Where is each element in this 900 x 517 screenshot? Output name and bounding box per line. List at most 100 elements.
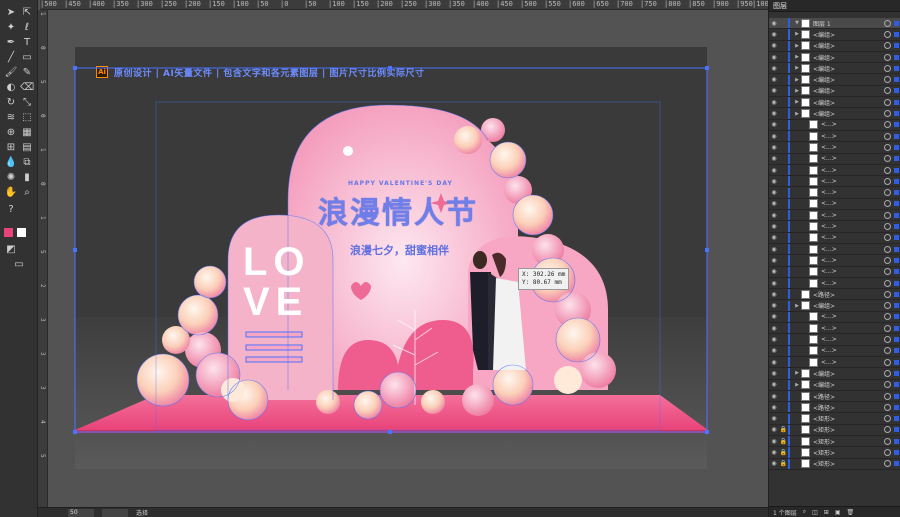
target-icon[interactable] xyxy=(884,256,891,264)
twirl-icon[interactable]: ▶ xyxy=(793,382,801,388)
target-icon[interactable] xyxy=(884,302,891,310)
layer-row[interactable]: ◉ 🔒 <矩形> xyxy=(769,436,900,448)
target-icon[interactable] xyxy=(884,381,891,389)
target-icon[interactable] xyxy=(884,279,891,287)
lasso-icon[interactable]: ℓ xyxy=(20,21,34,35)
ruler-top[interactable]: |500 |450 |400 |350 |300 |250 |200 |150 … xyxy=(40,0,768,10)
lock-toggle[interactable]: 🔒 xyxy=(779,438,788,445)
layer-row[interactable]: ◉ 🔒 <矩形> xyxy=(769,424,900,437)
layer-row[interactable]: ◉ ▶ <编组> xyxy=(769,74,900,86)
layer-row[interactable]: ◉ <...> xyxy=(769,210,900,222)
help-icon[interactable]: ? xyxy=(4,203,18,217)
pencil-icon[interactable]: ✎ xyxy=(20,66,34,80)
eye-icon[interactable]: ◉ xyxy=(769,76,779,83)
artwork[interactable] xyxy=(48,10,768,507)
layer-name[interactable]: <编组> xyxy=(813,301,884,310)
eye-icon[interactable]: ◉ xyxy=(769,302,779,309)
type-tool-icon[interactable]: T xyxy=(20,36,34,50)
layer-row[interactable]: ◉ ▶ <编组> xyxy=(769,51,900,64)
blend-icon[interactable]: ⧉ xyxy=(20,156,34,170)
selection-indicator[interactable] xyxy=(894,303,899,309)
layer-row[interactable]: ◉ <...> xyxy=(769,266,900,278)
layer-name[interactable]: <路径> xyxy=(813,392,884,401)
twirl-icon[interactable]: ▶ xyxy=(793,370,801,376)
selection-indicator[interactable] xyxy=(894,156,899,162)
layer-name[interactable]: <...> xyxy=(821,167,884,174)
layer-name[interactable]: <矩形> xyxy=(813,437,884,446)
layer-row[interactable]: ◉ <...> xyxy=(769,176,900,188)
selection-indicator[interactable] xyxy=(894,54,899,60)
eraser-icon[interactable]: ⌫ xyxy=(20,81,34,95)
mesh-icon[interactable]: ⊞ xyxy=(4,141,18,155)
target-icon[interactable] xyxy=(884,347,891,355)
selection-indicator[interactable] xyxy=(894,99,899,105)
eye-icon[interactable]: ◉ xyxy=(769,460,779,467)
target-icon[interactable] xyxy=(884,290,891,298)
eye-icon[interactable]: ◉ xyxy=(769,359,779,366)
layer-row[interactable]: ◉ ▶ <编组> xyxy=(769,97,900,109)
layer-name[interactable]: <编组> xyxy=(813,75,884,84)
eye-icon[interactable]: ◉ xyxy=(769,212,779,219)
eye-icon[interactable]: ◉ xyxy=(769,200,779,207)
selection-indicator[interactable] xyxy=(894,416,899,422)
layer-name[interactable]: <编组> xyxy=(813,380,884,389)
layer-name[interactable]: <...> xyxy=(821,359,884,366)
screen-mode-icon[interactable]: ▭ xyxy=(12,258,26,272)
layer-row[interactable]: ◉ <...> xyxy=(769,198,900,211)
layer-row[interactable]: ◉ <路径> xyxy=(769,402,900,414)
layer-row[interactable]: ◉ <矩形> xyxy=(769,413,900,425)
target-icon[interactable] xyxy=(884,64,891,72)
width-tool-icon[interactable]: ≋ xyxy=(4,111,18,125)
eye-icon[interactable]: ◉ xyxy=(769,110,779,117)
target-icon[interactable] xyxy=(884,403,891,411)
eye-icon[interactable]: ◉ xyxy=(769,381,779,388)
selection-tool-icon[interactable]: ➤ xyxy=(4,6,18,20)
layer-row[interactable]: ◉ <...> xyxy=(769,357,900,369)
layer-name[interactable]: <路径> xyxy=(813,403,884,412)
layer-name[interactable]: <...> xyxy=(821,144,884,151)
target-icon[interactable] xyxy=(884,200,891,208)
selection-indicator[interactable] xyxy=(894,348,899,354)
magic-wand-icon[interactable]: ✦ xyxy=(4,21,18,35)
target-icon[interactable] xyxy=(884,76,891,84)
eye-icon[interactable]: ◉ xyxy=(769,370,779,377)
selection-indicator[interactable] xyxy=(894,404,899,410)
layer-name[interactable]: <...> xyxy=(821,200,884,207)
selection-indicator[interactable] xyxy=(894,133,899,139)
fill-swatch-icon[interactable] xyxy=(4,228,13,237)
layer-row[interactable]: ◉ <...> xyxy=(769,153,900,165)
hand-icon[interactable]: ✋ xyxy=(4,186,18,200)
eye-icon[interactable]: ◉ xyxy=(769,268,779,275)
layer-name[interactable]: <编组> xyxy=(813,369,884,378)
layer-row[interactable]: ◉ <...> xyxy=(769,244,900,256)
ruler-left[interactable]: 1 0 5 0 1 0 1 5 2 3 3 3 4 5 xyxy=(38,10,48,507)
document-canvas[interactable]: Ai 原创设计 | AI矢量文件 | 包含文字和各元素图层 | 图片尺寸比例实际… xyxy=(48,10,768,507)
target-icon[interactable] xyxy=(884,19,891,27)
eye-icon[interactable]: ◉ xyxy=(769,313,779,320)
eye-icon[interactable]: ◉ xyxy=(769,415,779,422)
layer-row[interactable]: ◉ <路径> xyxy=(769,390,900,403)
layer-name[interactable]: <矩形> xyxy=(813,459,884,468)
selection-indicator[interactable] xyxy=(894,65,899,71)
delete-layer-icon[interactable]: 🗑 xyxy=(846,509,854,516)
eye-icon[interactable]: ◉ xyxy=(769,99,779,106)
twirl-icon[interactable]: ▶ xyxy=(793,303,801,309)
layer-row[interactable]: ◉ <...> xyxy=(769,131,900,143)
target-icon[interactable] xyxy=(884,110,891,118)
layer-name[interactable]: <...> xyxy=(821,268,884,275)
selection-indicator[interactable] xyxy=(894,257,899,263)
layer-name[interactable]: 图层 1 xyxy=(813,19,884,28)
eye-icon[interactable]: ◉ xyxy=(769,42,779,49)
perspective-grid-icon[interactable]: ▦ xyxy=(20,126,34,140)
layer-name[interactable]: <编组> xyxy=(813,86,884,95)
layer-name[interactable]: <...> xyxy=(821,336,884,343)
selection-indicator[interactable] xyxy=(894,427,899,433)
layer-name[interactable]: <...> xyxy=(821,121,884,128)
target-icon[interactable] xyxy=(884,268,891,276)
layer-row[interactable]: ◉ <...> xyxy=(769,345,900,357)
rotate-icon[interactable]: ↻ xyxy=(4,96,18,110)
layer-row[interactable]: ◉ <...> xyxy=(769,119,900,131)
target-icon[interactable] xyxy=(884,449,891,457)
layer-row[interactable]: ◉ ▶ <编组> xyxy=(769,85,900,98)
selection-indicator[interactable] xyxy=(894,337,899,343)
